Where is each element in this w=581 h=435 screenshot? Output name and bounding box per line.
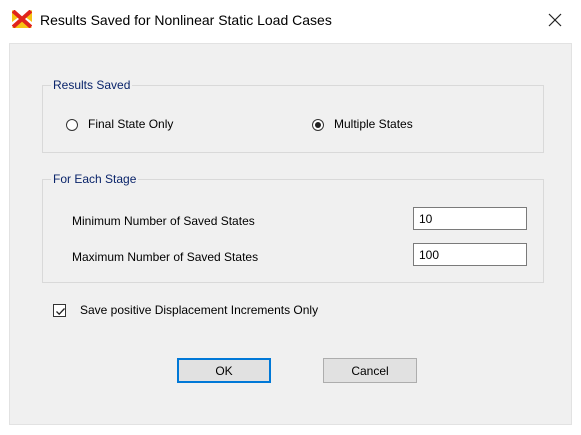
save-positive-increments-label: Save positive Displacement Increments On… [80, 303, 319, 317]
dialog-body: Results Saved Final State Only Multiple … [9, 43, 572, 425]
radio-final-state-only[interactable]: Final State Only [66, 117, 173, 132]
max-saved-states-input[interactable] [413, 243, 527, 266]
for-each-stage-legend: For Each Stage [51, 172, 139, 187]
radio-multiple-states-circle[interactable] [312, 118, 324, 131]
window-title: Results Saved for Nonlinear Static Load … [40, 12, 332, 28]
radio-multiple-states-label: Multiple States [334, 117, 413, 131]
min-saved-states-input[interactable] [413, 207, 527, 230]
save-positive-increments-checkbox[interactable]: Save positive Displacement Increments On… [53, 303, 318, 318]
title-bar[interactable]: Results Saved for Nonlinear Static Load … [0, 0, 581, 40]
dialog-window: Results Saved for Nonlinear Static Load … [0, 0, 581, 435]
ok-button[interactable]: OK [177, 358, 271, 383]
results-saved-group: Results Saved Final State Only Multiple … [42, 78, 544, 153]
sap2000-icon [11, 9, 33, 29]
min-saved-states-label: Minimum Number of Saved States [72, 214, 255, 228]
radio-final-state-only-circle[interactable] [66, 118, 78, 131]
checkmark-icon [56, 308, 65, 316]
close-button[interactable] [543, 8, 567, 32]
results-saved-legend: Results Saved [51, 78, 133, 93]
max-saved-states-label: Maximum Number of Saved States [72, 250, 259, 264]
radio-final-state-only-label: Final State Only [88, 117, 174, 131]
for-each-stage-group: For Each Stage Minimum Number of Saved S… [42, 172, 544, 283]
checkbox-box[interactable] [53, 304, 66, 317]
radio-multiple-states[interactable]: Multiple States [312, 117, 413, 132]
cancel-button[interactable]: Cancel [323, 358, 417, 383]
close-icon [548, 13, 562, 27]
